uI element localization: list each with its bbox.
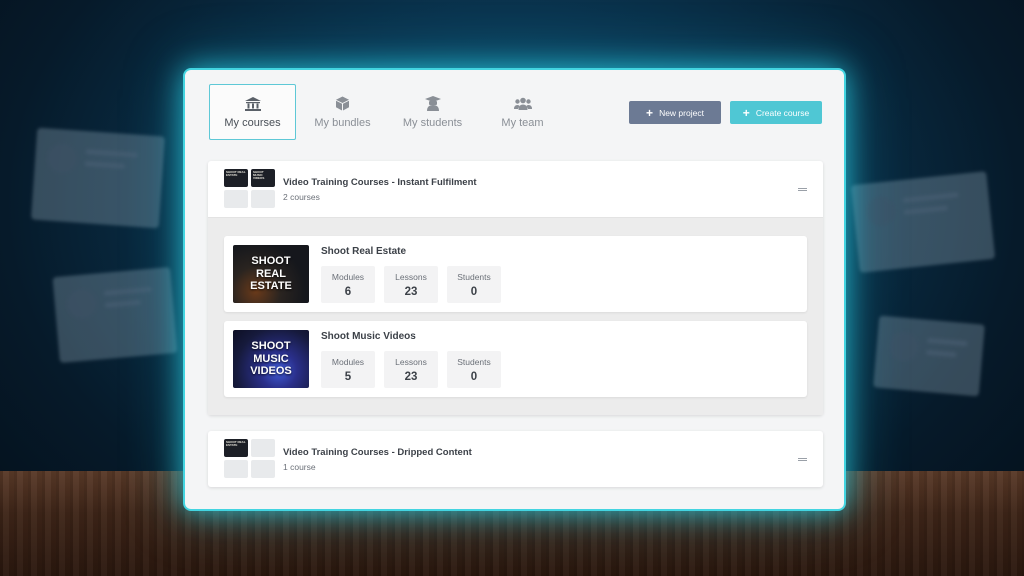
course-thumbnail-mini: SHOOT REAL ESTATE [224,439,248,457]
tab-my-team[interactable]: My team [479,84,566,140]
thumbnail-text: VIDEOS [250,365,292,378]
background-blurred-card [873,315,985,397]
stat-value: 0 [470,285,478,298]
course-card[interactable]: SHOOT MUSIC VIDEOS Shoot Music Videos Mo… [224,321,807,397]
stat-lessons: Lessons 23 [384,266,438,303]
thumbnail-placeholder [251,460,275,478]
project-title: Video Training Courses - Instant Fulfilm… [283,177,477,188]
background-blurred-card [52,267,178,363]
thumbnail-placeholder [251,439,275,457]
course-thumbnail-mini: SHOOT MUSIC VIDEOS [251,169,275,187]
project-thumbnails: SHOOT REAL ESTATE [224,439,276,479]
stat-lessons: Lessons 23 [384,351,438,388]
stat-value: 0 [470,370,478,383]
background-blurred-card [850,171,996,273]
project-title: Video Training Courses - Dripped Content [283,447,472,458]
stat-label: Lessons [395,356,427,367]
tab-my-students[interactable]: My students [389,84,476,140]
plus-icon: + [646,105,654,120]
project-card: SHOOT REAL ESTATE SHOOT MUSIC VIDEOS Vid… [208,161,823,415]
stat-label: Students [457,271,491,282]
thumbnail-placeholder [224,460,248,478]
stat-value: 6 [344,285,352,298]
project-course-count: 1 course [283,462,316,472]
project-thumbnails: SHOOT REAL ESTATE SHOOT MUSIC VIDEOS [224,169,276,209]
tab-label: My courses [224,116,281,129]
new-project-button[interactable]: + New project [629,101,721,124]
stat-label: Modules [331,271,365,282]
new-project-label: New project [659,107,704,118]
stat-label: Modules [331,356,365,367]
project-course-list: SHOOT REAL ESTATE Shoot Real Estate Modu… [208,217,823,415]
course-thumbnail: SHOOT MUSIC VIDEOS [233,330,309,388]
thumbnail-text: REAL [256,267,286,280]
tab-label: My bundles [314,116,371,129]
plus-icon: + [742,105,750,120]
stat-students: Students 0 [447,351,501,388]
course-card[interactable]: SHOOT REAL ESTATE Shoot Real Estate Modu… [224,236,807,312]
graduation-cap-icon [424,96,442,112]
stat-value: 5 [344,370,352,383]
thumbnail-text: ESTATE [250,280,292,293]
stat-modules: Modules 6 [321,266,375,303]
thumbnail-text: MUSIC [253,352,289,365]
course-stats: Modules 6 Lessons 23 Students 0 [321,266,510,303]
course-thumbnail-mini: SHOOT REAL ESTATE [224,169,248,187]
box-icon [334,96,352,112]
course-title: Shoot Music Videos [321,331,416,342]
thumbnail-text: SHOOT [251,340,291,353]
background-blurred-card [30,127,166,229]
bank-icon [244,96,262,112]
tab-label: My team [501,116,544,129]
project-header[interactable]: SHOOT REAL ESTATE SHOOT MUSIC VIDEOS Vid… [208,161,823,217]
tab-label: My students [402,116,463,129]
course-title: Shoot Real Estate [321,246,407,257]
create-course-button[interactable]: + Create course [730,101,822,124]
collapse-icon[interactable] [798,188,807,191]
stat-value: 23 [404,285,418,298]
stat-value: 23 [404,370,418,383]
app-window: My courses My bundles My students My tea… [183,68,846,511]
create-course-label: Create course [755,107,810,118]
stat-label: Lessons [395,271,427,282]
collapse-icon[interactable] [798,458,807,461]
thumbnail-placeholder [224,190,248,208]
tab-my-courses[interactable]: My courses [209,84,296,140]
stat-label: Students [457,356,491,367]
team-icon [513,96,532,112]
project-header[interactable]: SHOOT REAL ESTATE Video Training Courses… [208,431,823,487]
tab-my-bundles[interactable]: My bundles [299,84,386,140]
stat-modules: Modules 5 [321,351,375,388]
stat-students: Students 0 [447,266,501,303]
tab-bar: My courses My bundles My students My tea… [209,84,569,140]
course-stats: Modules 5 Lessons 23 Students 0 [321,351,510,388]
thumbnail-text: SHOOT [251,255,291,268]
project-card: SHOOT REAL ESTATE Video Training Courses… [208,431,823,487]
project-course-count: 2 courses [283,192,320,202]
course-thumbnail: SHOOT REAL ESTATE [233,245,309,303]
thumbnail-placeholder [251,190,275,208]
